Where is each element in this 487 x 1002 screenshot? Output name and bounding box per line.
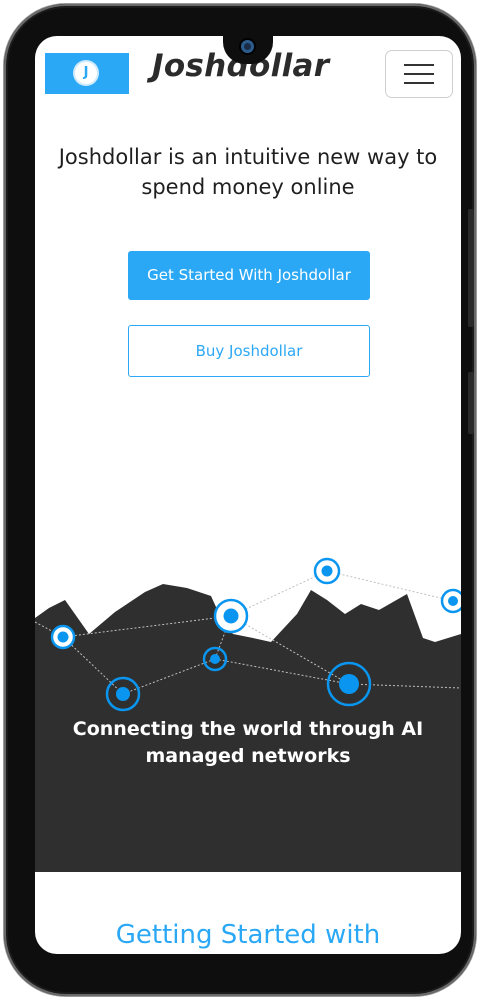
menu-icon-bar [404, 73, 434, 75]
volume-button [468, 209, 474, 327]
network-illustration [35, 557, 461, 872]
coin-logo-icon: J [75, 62, 97, 84]
menu-icon [404, 64, 434, 66]
hero-headline: Joshdollar is an intuitive new way to sp… [58, 145, 438, 199]
menu-button[interactable] [385, 50, 453, 98]
menu-icon-bar [404, 82, 434, 84]
get-started-button[interactable]: Get Started With Joshdollar [128, 251, 370, 300]
buy-button[interactable]: Buy Joshdollar [128, 325, 370, 377]
screen: J Joshdollar Joshdollar is an intuitive … [35, 36, 461, 954]
camera-icon [241, 40, 254, 53]
logo-box[interactable]: J [45, 53, 129, 94]
phone-frame: J Joshdollar Joshdollar is an intuitive … [4, 4, 476, 996]
network-tagline: Connecting the world through AI managed … [72, 718, 424, 767]
getting-started-title: Getting Started with [115, 920, 381, 950]
power-button [468, 372, 474, 434]
network-section [35, 516, 461, 872]
